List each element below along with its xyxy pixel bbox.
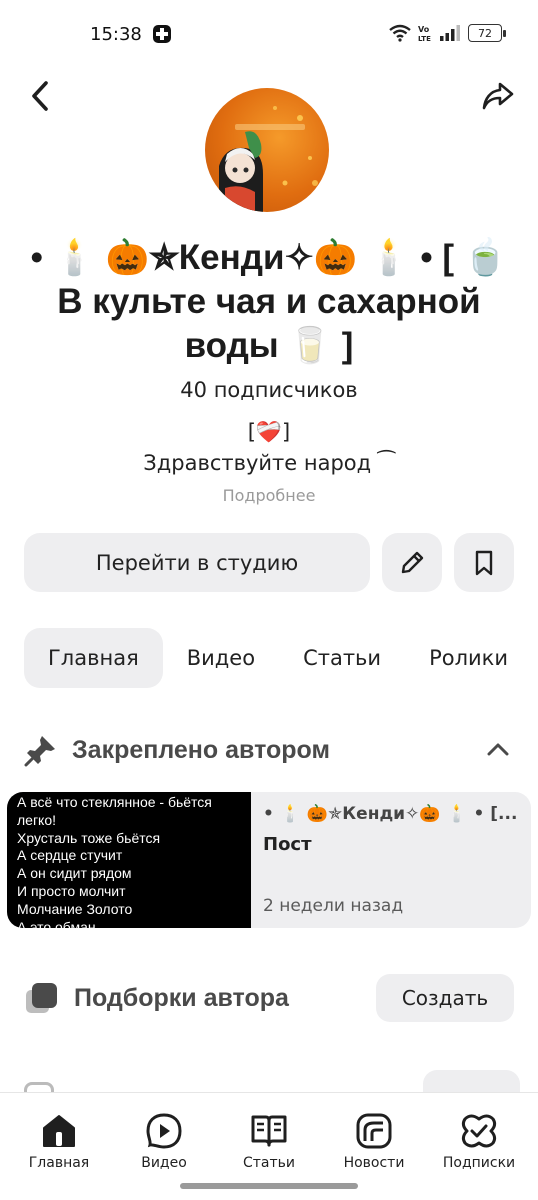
- create-collection-button[interactable]: Создать: [376, 974, 514, 1022]
- subscriptions-icon: [461, 1114, 497, 1148]
- preview-line: А всё что стеклянное - бьётся легко!: [17, 794, 216, 828]
- preview-line: А это обман: [17, 918, 96, 928]
- collections-title: Подборки автора: [74, 983, 289, 1012]
- bookmark-button[interactable]: [454, 533, 514, 592]
- pinned-section-header[interactable]: Закреплено автором: [24, 730, 514, 770]
- svg-text:LTE: LTE: [418, 35, 431, 42]
- tab-shorts[interactable]: Ролики: [405, 628, 532, 688]
- tab-home[interactable]: Главная: [24, 628, 163, 688]
- nav-video[interactable]: Видео: [114, 1111, 214, 1171]
- nav-label: Главная: [28, 1155, 90, 1171]
- preview-line: Молчание Золото: [17, 900, 133, 917]
- nav-label: Новости: [343, 1155, 405, 1171]
- edit-button[interactable]: [382, 533, 442, 592]
- chevron-left-icon: [32, 81, 48, 111]
- video-icon: [146, 1113, 182, 1149]
- battery-icon: 72: [468, 24, 506, 42]
- share-button[interactable]: [476, 74, 520, 118]
- volte-icon: Vo LTE: [418, 25, 431, 42]
- subscriber-count: 40 подписчиков: [180, 378, 358, 402]
- back-button[interactable]: [20, 74, 60, 118]
- post-channel-name: • 🕯️ 🎃✯Кенди✧🎃 🕯️ • [...: [263, 804, 518, 824]
- share-arrow-icon: [482, 82, 514, 110]
- pencil-icon: [401, 551, 424, 573]
- channel-title: • 🕯️ 🎃✯Кенди✧🎃 🕯️ • [ 🍵 В культе чая и с…: [30, 238, 508, 365]
- status-bar: 15:38 Vo LTE 72: [0, 0, 538, 70]
- status-time: 15:38: [90, 24, 142, 45]
- preview-line: А сердце стучит: [17, 847, 123, 864]
- avatar-image: [219, 106, 318, 212]
- post-date: 2 недели назад: [263, 896, 404, 916]
- preview-line: И просто молчит: [17, 882, 126, 899]
- signal-icon: [440, 25, 460, 41]
- pinned-post-card[interactable]: А всё что стеклянное - бьётся легко! Хру…: [7, 792, 531, 928]
- preview-line: А он сидит рядом: [17, 865, 132, 882]
- nav-home[interactable]: Главная: [9, 1111, 109, 1171]
- home-icon: [43, 1115, 75, 1147]
- more-link[interactable]: Подробнее: [0, 486, 538, 505]
- description-heart: [❤️‍🩹]: [247, 420, 291, 444]
- pinned-title: Закреплено автором: [72, 735, 330, 764]
- nav-label: Видео: [141, 1155, 187, 1171]
- nav-news[interactable]: Новости: [324, 1111, 424, 1171]
- go-to-studio-button[interactable]: Перейти в студию: [24, 533, 370, 592]
- home-indicator[interactable]: [180, 1183, 358, 1189]
- post-preview: А всё что стеклянное - бьётся легко! Хру…: [7, 792, 251, 928]
- preview-line: Хрусталь тоже бьётся: [17, 829, 161, 846]
- articles-icon: [251, 1115, 287, 1147]
- nav-label: Статьи: [242, 1155, 295, 1171]
- nav-articles[interactable]: Статьи: [219, 1111, 319, 1171]
- channel-tabs: Главная Видео Статьи Ролики: [24, 628, 532, 688]
- bookmark-icon: [475, 550, 493, 575]
- chevron-up-icon[interactable]: [484, 736, 512, 764]
- tab-articles[interactable]: Статьи: [279, 628, 405, 688]
- description-text: Здравствуйте народ ⁀: [143, 451, 395, 475]
- app-notification-icon: [153, 25, 171, 43]
- svg-text:Vo: Vo: [418, 25, 430, 34]
- post-type: Пост: [263, 834, 312, 855]
- nav-label: Подписки: [442, 1155, 516, 1171]
- wifi-icon: [389, 24, 411, 42]
- pin-icon: [24, 736, 55, 767]
- nav-subscriptions[interactable]: Подписки: [429, 1111, 529, 1171]
- news-icon: [356, 1113, 392, 1149]
- collections-icon: [26, 983, 57, 1013]
- tab-video[interactable]: Видео: [163, 628, 279, 688]
- channel-avatar[interactable]: [205, 88, 329, 212]
